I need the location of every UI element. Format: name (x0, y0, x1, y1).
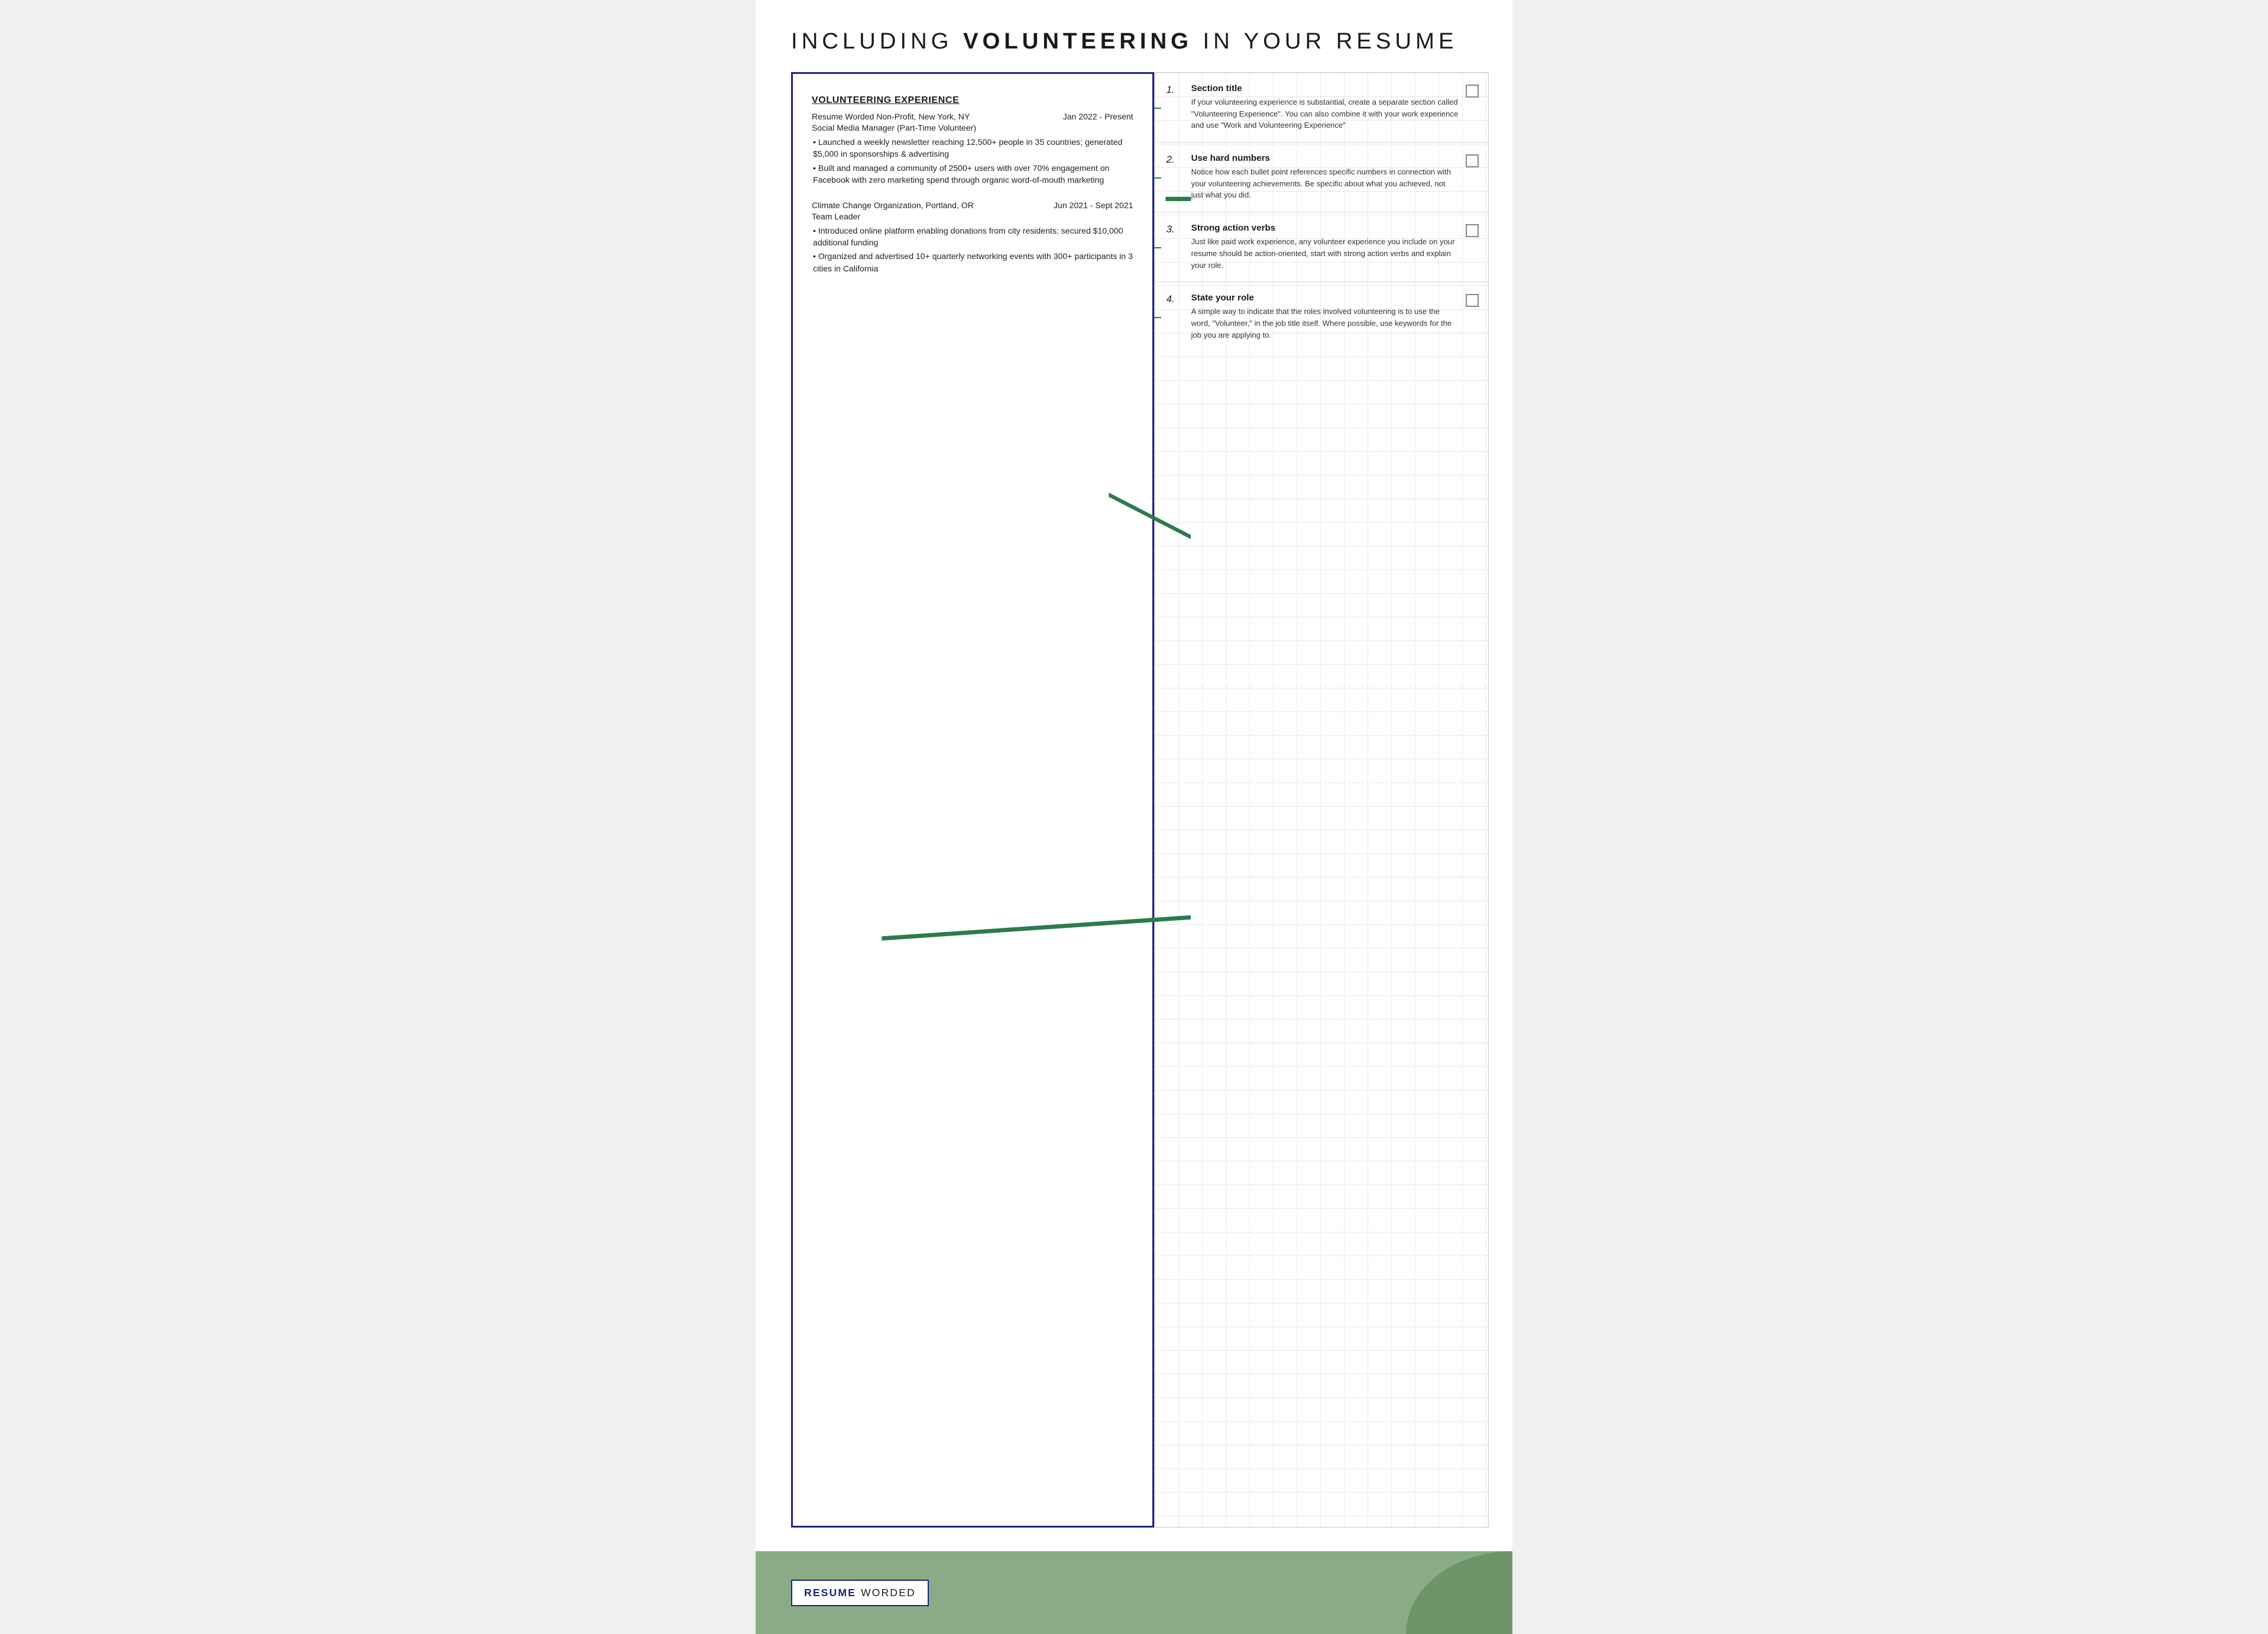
tip-content-3: Strong action verbs Just like paid work … (1191, 223, 1459, 271)
brand-resume: RESUME (804, 1587, 856, 1599)
tip-checkbox-4[interactable] (1466, 294, 1479, 307)
tip-content-4: State your role A simple way to indicate… (1191, 293, 1459, 341)
tip-item-4: 4. State your role A simple way to indic… (1155, 282, 1488, 351)
title-section: INCLUDING VOLUNTEERING IN YOUR RESUME (756, 0, 1512, 72)
tip-checkbox-2[interactable] (1466, 154, 1479, 167)
resume-bullet-2-1: • Introduced online platform enabling do… (812, 225, 1133, 249)
tips-panel: 1. Section title If your volunteering ex… (1154, 72, 1489, 1528)
title-bold: VOLUNTEERING (963, 28, 1193, 54)
brand-worded: WORDED (861, 1587, 916, 1599)
resume-role-1: Social Media Manager (Part-Time Voluntee… (812, 123, 1133, 132)
tip-content-1: Section title If your volunteering exper… (1191, 83, 1459, 131)
tip-number-2: 2. (1167, 153, 1185, 166)
resume-bullet-1-2: • Built and managed a community of 2500+… (812, 162, 1133, 186)
resume-org-line-2: Climate Change Organization, Portland, O… (812, 200, 1133, 210)
resume-org-line-1: Resume Worded Non-Profit, New York, NY J… (812, 112, 1133, 121)
resume-org-1: Resume Worded Non-Profit, New York, NY (812, 112, 970, 121)
resume-panel: VOLUNTEERING EXPERIENCE Resume Worded No… (791, 72, 1154, 1528)
tip-title-4: State your role (1191, 293, 1459, 303)
main-content: VOLUNTEERING EXPERIENCE Resume Worded No… (756, 72, 1512, 1551)
resume-date-2: Jun 2021 - Sept 2021 (1054, 200, 1133, 210)
resume-org-2: Climate Change Organization, Portland, O… (812, 200, 974, 210)
brand-box: RESUME WORDED (791, 1580, 929, 1606)
resume-role-2: Team Leader (812, 212, 1133, 221)
resume-entry-1: VOLUNTEERING EXPERIENCE Resume Worded No… (812, 95, 1133, 186)
tip-item-1: 1. Section title If your volunteering ex… (1155, 73, 1488, 143)
tip-description-1: If your volunteering experience is subst… (1191, 96, 1459, 131)
tip-number-4: 4. (1167, 293, 1185, 305)
tip-item-2: 2. Use hard numbers Notice how each bull… (1155, 143, 1488, 212)
tip-description-4: A simple way to indicate that the roles … (1191, 306, 1459, 341)
resume-bullet-2-2: • Organized and advertised 10+ quarterly… (812, 250, 1133, 274)
resume-date-1: Jan 2022 - Present (1063, 112, 1133, 121)
bottom-section: RESUME WORDED (756, 1551, 1512, 1634)
resume-section-title: VOLUNTEERING EXPERIENCE (812, 95, 1133, 106)
tip-title-1: Section title (1191, 83, 1459, 93)
tip-title-3: Strong action verbs (1191, 223, 1459, 233)
tip-description-3: Just like paid work experience, any volu… (1191, 236, 1459, 271)
tip-checkbox-3[interactable] (1466, 224, 1479, 237)
resume-entry-2: Climate Change Organization, Portland, O… (812, 200, 1133, 275)
tip-number-1: 1. (1167, 83, 1185, 96)
resume-bullet-1-1: • Launched a weekly newsletter reaching … (812, 136, 1133, 160)
tip-number-3: 3. (1167, 223, 1185, 235)
page-title: INCLUDING VOLUNTEERING IN YOUR RESUME (791, 28, 1477, 54)
tip-item-3: 3. Strong action verbs Just like paid wo… (1155, 212, 1488, 282)
tip-title-2: Use hard numbers (1191, 153, 1459, 163)
tip-description-2: Notice how each bullet point references … (1191, 166, 1459, 201)
title-prefix: INCLUDING (791, 28, 963, 54)
tip-checkbox-1[interactable] (1466, 85, 1479, 98)
title-suffix: IN YOUR RESUME (1193, 28, 1458, 54)
tip-content-2: Use hard numbers Notice how each bullet … (1191, 153, 1459, 201)
